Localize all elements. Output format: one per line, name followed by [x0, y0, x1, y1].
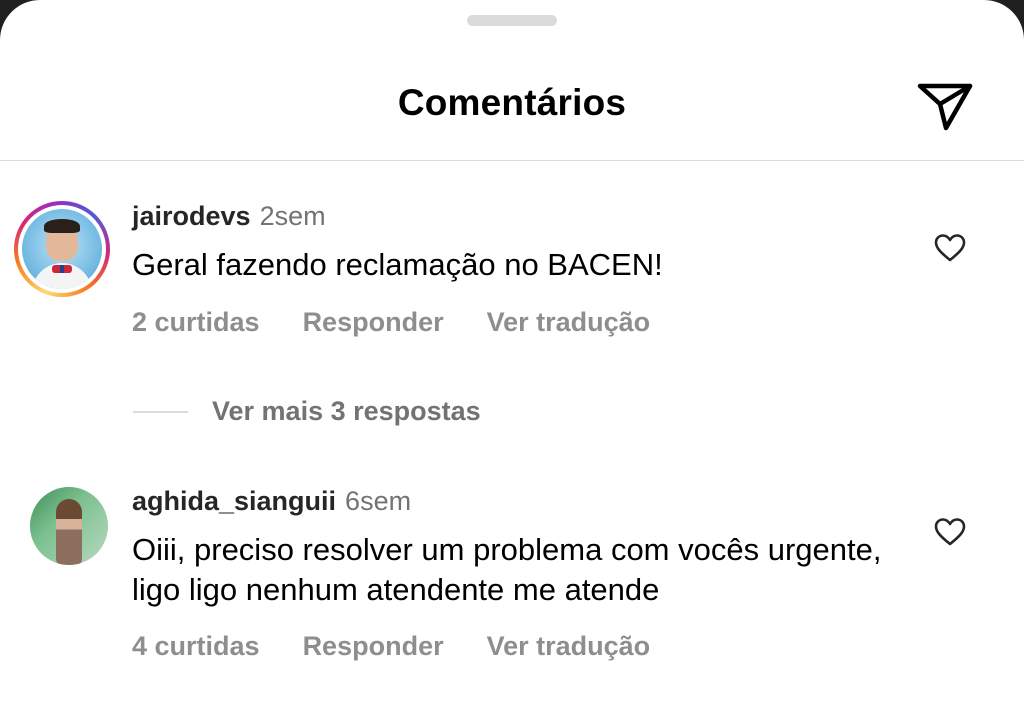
comment-timestamp: 6sem — [345, 486, 412, 516]
comment-text: Oiii, preciso resolver um problema com v… — [132, 532, 882, 607]
reply-button[interactable]: Responder — [303, 307, 444, 338]
comment-actions: 4 curtidas Responder Ver tradução — [132, 631, 650, 662]
share-button[interactable] — [912, 76, 978, 136]
drag-handle[interactable] — [467, 15, 557, 26]
translate-button[interactable]: Ver tradução — [487, 631, 651, 662]
view-more-replies-button[interactable]: Ver mais 3 respostas — [133, 396, 481, 427]
comment-timestamp: 2sem — [259, 201, 326, 231]
comment-text: Geral fazendo reclamação no BACEN! — [132, 247, 663, 282]
comment-actions: 2 curtidas Responder Ver tradução — [132, 307, 650, 338]
translate-button[interactable]: Ver tradução — [487, 307, 651, 338]
heart-icon[interactable] — [934, 517, 966, 547]
page-title: Comentários — [397, 82, 627, 123]
likes-count-button[interactable]: 4 curtidas — [132, 631, 260, 662]
header-divider — [0, 160, 1024, 161]
comment-header: jairodevs 2sem — [132, 201, 326, 232]
comment-header: aghida_sianguii 6sem — [132, 486, 411, 517]
avatar-photo — [56, 499, 82, 565]
paper-plane-icon — [917, 83, 973, 131]
avatar[interactable] — [14, 201, 110, 297]
avatar-photo — [22, 209, 102, 289]
view-more-replies-label: Ver mais 3 respostas — [212, 396, 481, 426]
heart-icon[interactable] — [934, 233, 966, 263]
username-link[interactable]: jairodevs — [132, 201, 251, 231]
reply-button[interactable]: Responder — [303, 631, 444, 662]
avatar[interactable] — [30, 487, 108, 565]
likes-count-button[interactable]: 2 curtidas — [132, 307, 260, 338]
replies-line — [133, 410, 188, 413]
username-link[interactable]: aghida_sianguii — [132, 486, 336, 516]
comments-sheet: Comentários jairodevs 2sem Geral fazendo … — [0, 0, 1024, 706]
